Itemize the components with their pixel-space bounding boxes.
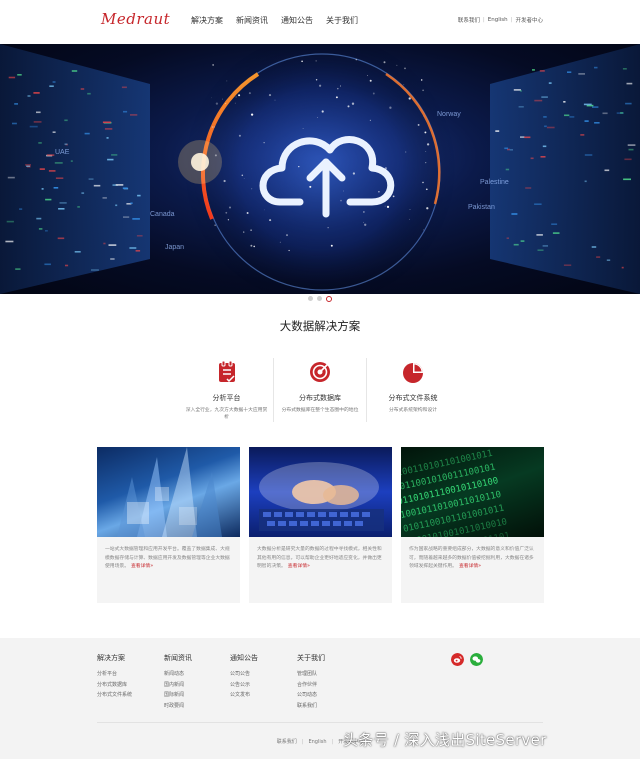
divider: | [301,739,304,745]
city-buildings-image [97,447,240,537]
footer-column-news: 新闻资讯 新闻动态 国内新闻 国际新闻 时政要闻 [164,653,192,711]
carousel-dot[interactable] [317,296,322,301]
feature-desc: 深入全行业，九次方大数据十大应用赏析 [185,408,268,420]
footer-link[interactable]: 分布式文件系统 [97,690,132,701]
card-text: 作为国家战略的重要组成部分，大数据的意义和价值广泛认可，而随着越来越多的数据价值… [401,537,544,572]
divider: | [482,17,485,23]
top-link-developer[interactable]: 开发者中心 [515,16,543,24]
feature-title: 分析平台 [212,394,241,402]
card-list: 一站式大数据管理和应用开发平台。覆盖了数据集成、大规模数据存储与计算、数据应用开… [97,447,544,603]
footer-column-title[interactable]: 解决方案 [97,653,132,663]
section-title: 大数据解决方案 [279,319,361,333]
footer-link[interactable]: 分布式数据库 [97,680,132,691]
feature-title: 分布式文件系统 [388,394,438,402]
site-logo[interactable]: Medraut [101,10,170,28]
card-item[interactable]: 大数据分析是研究大量的数据的过程中寻找模式，相关性和其他有用的信息，可以帮助企业… [249,447,392,603]
hero-banner[interactable]: UAE Canada Palestine Pakistan Norway Jap… [0,44,640,294]
footer-column-title[interactable]: 通知公告 [230,653,258,663]
card-text: 大数据分析是研究大量的数据的过程中寻找模式，相关性和其他有用的信息，可以帮助企业… [249,537,392,572]
card-item[interactable]: 0100110101101001011 1011001010011100101 … [401,447,544,603]
social-links [451,653,483,666]
footer-column-solutions: 解决方案 分析平台 分布式数据库 分布式文件系统 [97,653,132,701]
divider [97,722,543,723]
footer-link[interactable]: 合作伙伴 [297,680,325,691]
map-label: Canada [150,211,175,218]
map-label: Palestine [480,179,509,186]
footer-link[interactable]: 时政要闻 [164,701,192,712]
footer-link[interactable]: 公司公告 [230,669,258,680]
card-desc: 一站式大数据管理和应用开发平台。覆盖了数据集成、大规模数据存储与计算、数据应用开… [105,547,230,569]
footer-link[interactable]: 管理团队 [297,669,325,680]
nav-item-notices[interactable]: 通知公告 [281,15,313,26]
feature-item-analysis[interactable]: 分析平台 深入全行业，九次方大数据十大应用赏析 [180,358,273,422]
binary-code-image: 0100110101101001011 1011001010011100101 … [401,447,544,537]
footer-link[interactable]: 公告公示 [230,680,258,691]
bottom-link-english[interactable]: English [308,739,326,745]
footer-link[interactable]: 公文发布 [230,690,258,701]
map-label: UAE [55,149,70,156]
site-footer: 解决方案 分析平台 分布式数据库 分布式文件系统 新闻资讯 新闻动态 国内新闻 … [0,638,640,759]
main-nav: 解决方案 新闻资讯 通知公告 关于我们 [191,15,371,26]
target-icon [310,362,330,382]
nav-item-about[interactable]: 关于我们 [326,15,358,26]
carousel-dot-active[interactable] [326,295,332,302]
banner-graphic: UAE Canada Palestine Pakistan Norway Jap… [0,44,640,294]
weibo-icon[interactable] [451,653,464,666]
top-link-contact[interactable]: 联系我们 [458,16,480,24]
footer-column-notices: 通知公告 公司公告 公告公示 公文发布 [230,653,258,701]
feature-list: 分析平台 深入全行业，九次方大数据十大应用赏析 分布式数据库 分布式数据库在整个… [180,358,460,422]
site-header: Medraut 解决方案 新闻资讯 通知公告 关于我们 联系我们 | Engli… [0,0,640,44]
footer-link[interactable]: 联系我们 [297,701,325,712]
footer-link[interactable]: 新闻动态 [164,669,192,680]
watermark-text: 头条号 / 深入浅出SiteServer [343,731,547,749]
card-more-link[interactable]: 查看详情» [288,564,310,569]
footer-link[interactable]: 国内新闻 [164,680,192,691]
footer-column-title[interactable]: 关于我们 [297,653,325,663]
divider: | [510,17,513,23]
map-label: Pakistan [468,204,495,211]
feature-item-database[interactable]: 分布式数据库 分布式数据库在整个生态圈中的地位 [273,358,366,422]
feature-desc: 分布式数据库在整个生态圈中的地位 [281,408,359,413]
feature-title: 分布式数据库 [299,394,341,402]
map-label: Norway [437,111,461,118]
card-text: 一站式大数据管理和应用开发平台。覆盖了数据集成、大规模数据存储与计算、数据应用开… [97,537,240,572]
top-links: 联系我们 | English | 开发者中心 [458,16,543,24]
card-item[interactable]: 一站式大数据管理和应用开发平台。覆盖了数据集成、大规模数据存储与计算、数据应用开… [97,447,240,603]
map-label: Japan [165,244,184,251]
pie-chart-icon [403,363,423,383]
keyboard-typing-image [249,447,392,537]
divider: | [331,739,334,745]
footer-column-title[interactable]: 新闻资讯 [164,653,192,663]
document-check-icon [218,360,235,383]
wechat-icon[interactable] [470,653,483,666]
card-desc: 大数据分析是研究大量的数据的过程中寻找模式，相关性和其他有用的信息，可以帮助企业… [257,547,382,569]
bottom-link-contact[interactable]: 联系我们 [277,739,297,745]
feature-item-filesystem[interactable]: 分布式文件系统 分布式系统架构和设计 [366,358,459,422]
nav-item-solutions[interactable]: 解决方案 [191,15,223,26]
footer-column-about: 关于我们 管理团队 合作伙伴 公司动态 联系我们 [297,653,325,711]
carousel-dot[interactable] [308,296,313,301]
nav-item-news[interactable]: 新闻资讯 [236,15,268,26]
feature-desc: 分布式系统架构和设计 [389,408,437,413]
card-more-link[interactable]: 查看详情» [131,564,153,569]
top-link-english[interactable]: English [488,17,508,23]
footer-link[interactable]: 分析平台 [97,669,132,680]
card-more-link[interactable]: 查看详情» [459,564,481,569]
carousel-dots [0,295,640,304]
footer-link[interactable]: 公司动态 [297,690,325,701]
footer-link[interactable]: 国际新闻 [164,690,192,701]
